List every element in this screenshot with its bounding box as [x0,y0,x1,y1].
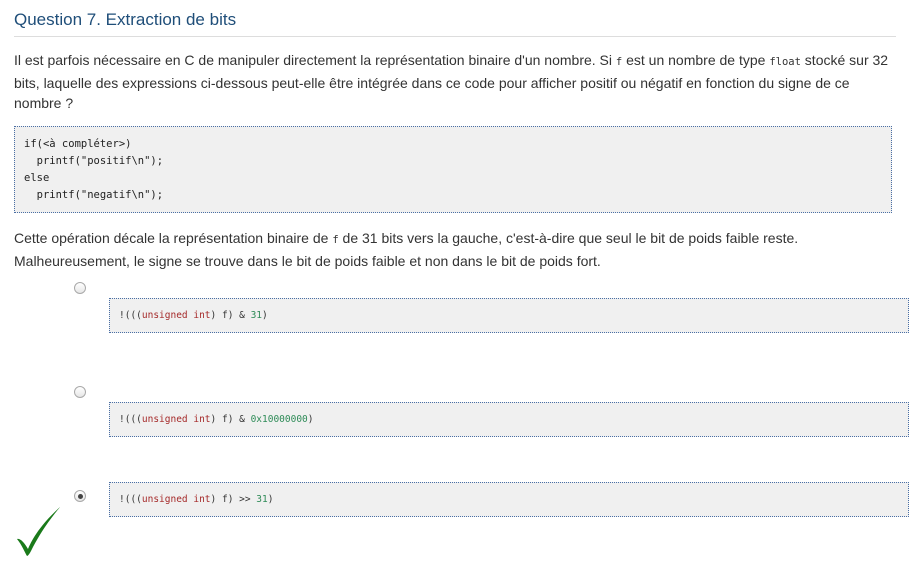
question-text: Il est parfois nécessaire en C de manipu… [14,50,896,114]
checkmark-icon [17,507,60,556]
option-3-number: 31 [256,494,268,505]
option-3-prefix: !((( [119,494,142,505]
option-1-radio[interactable] [74,282,86,294]
code-block: if(<à compléter>) printf("positif\n"); e… [14,126,892,213]
feedback-text-part1: Cette opération décale la représentation… [14,230,333,246]
question-text-part1: Il est parfois nécessaire en C de manipu… [14,52,616,68]
option-2-code[interactable]: !(((unsigned int) f) & 0x10000000) [109,402,909,437]
option-1-suffix: ) [262,310,268,321]
option-2-middle: ) f) & [210,414,251,425]
option-3-middle: ) f) >> [210,494,257,505]
option-1-code[interactable]: !(((unsigned int) f) & 31) [109,298,909,333]
option-3-code[interactable]: !(((unsigned int) f) >> 31) [109,482,909,517]
question-text-part2: est un nombre de type [622,52,770,68]
inline-code-float: float [769,56,801,68]
option-2-suffix: ) [307,414,314,425]
option-1-number: 31 [250,310,263,321]
question-title: Question 7. Extraction de bits [14,10,237,29]
option-2-prefix: !((( [119,414,142,425]
option-3-keyword: unsigned int [141,494,211,505]
option-1-middle: ) f) & [210,310,251,321]
option-3-suffix: ) [267,494,274,505]
feedback-text: Cette opération décale la représentation… [14,228,904,271]
option-2-keyword: unsigned int [141,414,211,425]
question-header: Question 7. Extraction de bits [14,9,896,37]
option-3-radio[interactable] [74,490,86,502]
checkmark-icon-path [17,507,60,556]
option-1-prefix: !((( [119,310,142,321]
option-1-keyword: unsigned int [141,310,211,321]
option-2-number: 0x10000000 [250,414,308,425]
option-2-radio[interactable] [74,386,86,398]
